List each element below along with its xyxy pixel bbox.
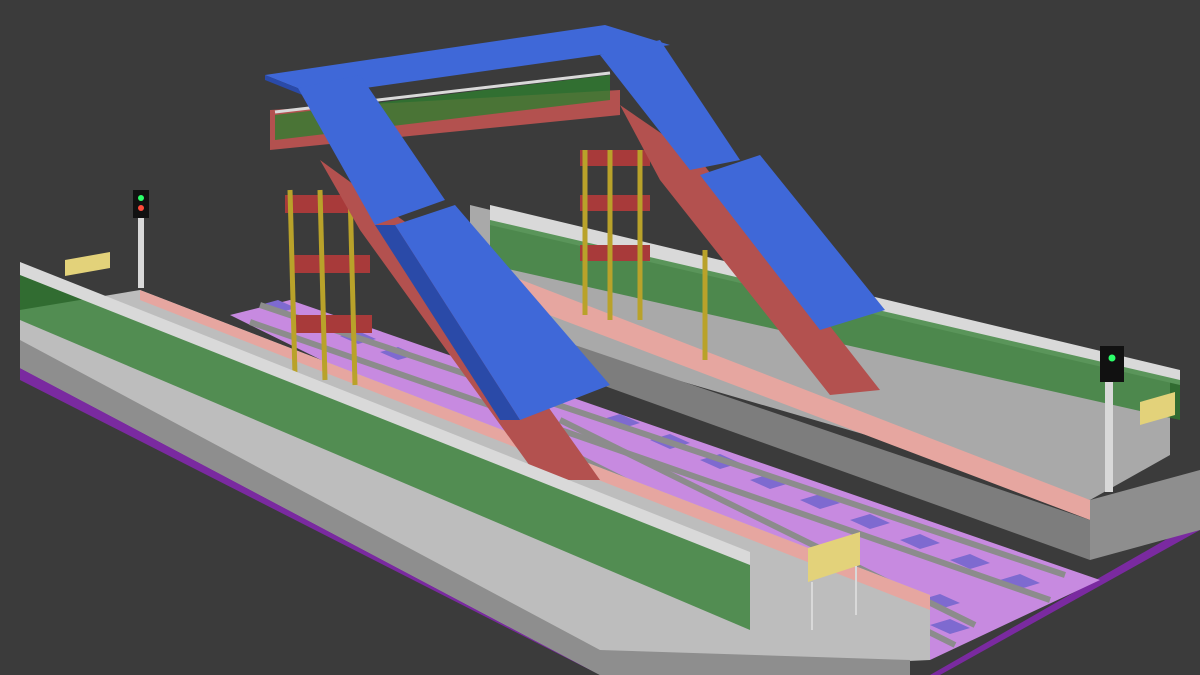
signal-light-green xyxy=(138,195,144,201)
railway-station-scene xyxy=(0,0,1200,675)
signal-light-red xyxy=(138,205,144,211)
